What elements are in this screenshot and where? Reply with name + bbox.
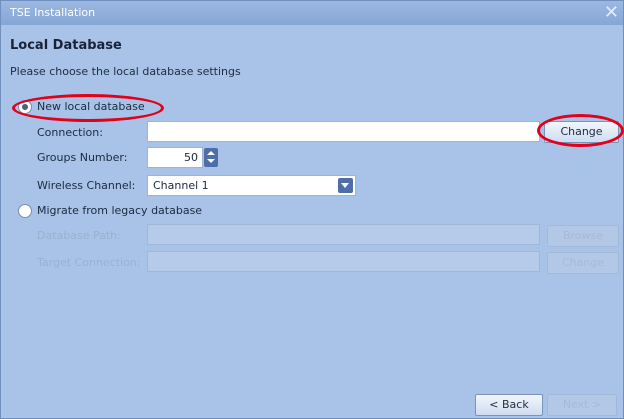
groups-number-label: Groups Number: <box>37 151 128 164</box>
installer-window: TSE Installation ✕ Local Database Please… <box>0 0 624 419</box>
next-button: Next > <box>547 394 617 416</box>
spinner-up-icon[interactable] <box>207 151 215 155</box>
database-path-field <box>147 224 540 245</box>
wireless-channel-value: Channel 1 <box>153 179 209 192</box>
target-change-button: Change <box>547 252 619 274</box>
chevron-down-icon[interactable] <box>338 178 353 193</box>
database-path-label: Database Path: <box>37 229 121 242</box>
wireless-channel-label: Wireless Channel: <box>37 179 136 192</box>
new-database-label[interactable]: New local database <box>37 100 145 113</box>
target-connection-field <box>147 251 540 272</box>
window-title: TSE Installation <box>10 6 96 19</box>
title-bar: TSE Installation ✕ <box>1 1 623 25</box>
spinner-down-icon[interactable] <box>207 159 215 163</box>
page-description: Please choose the local database setting… <box>10 65 241 78</box>
groups-number-input[interactable]: 50 <box>147 147 203 168</box>
page-title: Local Database <box>10 38 122 53</box>
migrate-database-label[interactable]: Migrate from legacy database <box>37 204 202 217</box>
wireless-channel-select[interactable]: Channel 1 <box>147 175 356 196</box>
target-connection-label: Target Connection: <box>37 256 141 269</box>
new-database-radio[interactable] <box>18 100 32 114</box>
close-icon[interactable]: ✕ <box>604 2 619 23</box>
connection-field[interactable] <box>147 121 540 142</box>
migrate-database-radio[interactable] <box>18 204 32 218</box>
change-connection-button[interactable]: Change <box>544 121 619 143</box>
browse-path-button: Browse <box>547 225 619 247</box>
spinner-icon[interactable] <box>204 148 218 167</box>
connection-label: Connection: <box>37 126 103 139</box>
back-button[interactable]: < Back <box>475 394 543 416</box>
